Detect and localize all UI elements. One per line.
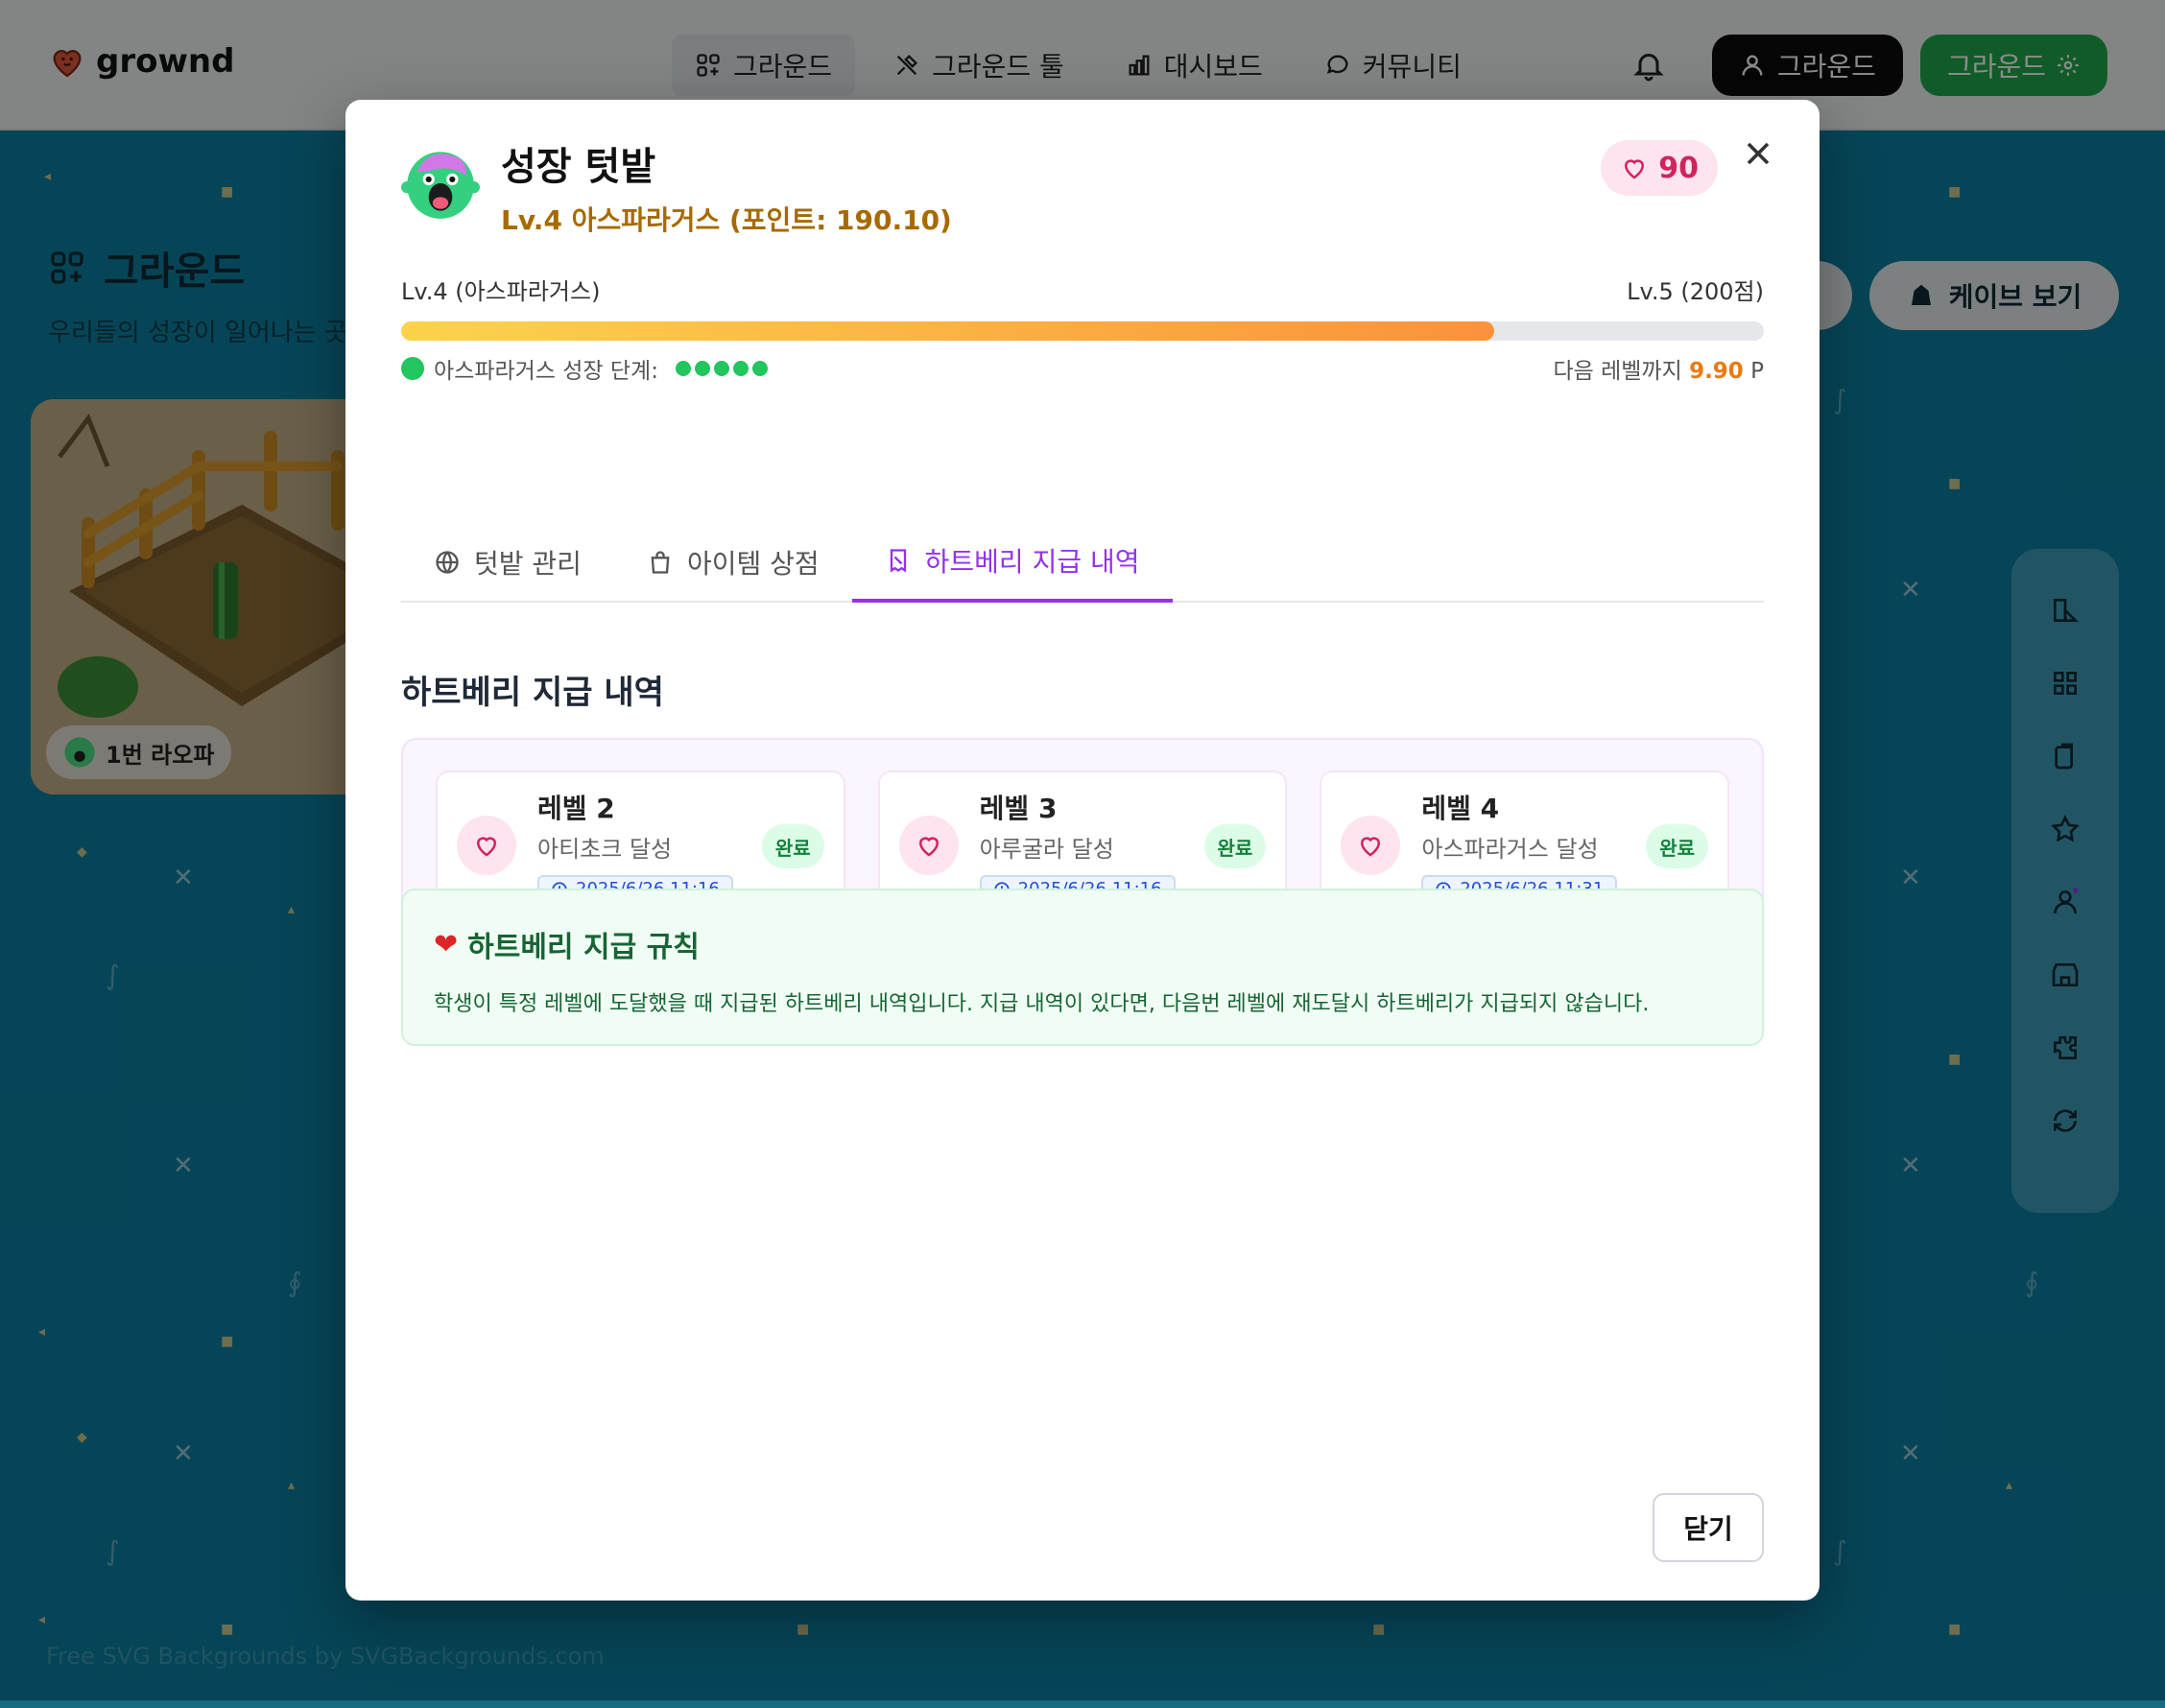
progress-fill bbox=[401, 321, 1494, 341]
heartberry-rule-box: ❤ 하트베리 지급 규칙 학생이 특정 레벨에 도달했을 때 지급된 하트베리 … bbox=[401, 889, 1764, 1046]
modal-tabs: 텃밭 관리 아이템 상점 하트베리 지급 내역 bbox=[401, 522, 1764, 603]
heart-icon bbox=[918, 837, 939, 857]
heart-icon bbox=[476, 837, 497, 857]
modal-title-block: 성장 텃밭 Lv.4 아스파라거스 (포인트: 190.10) bbox=[501, 144, 952, 238]
level-progress: Lv.4 (아스파라거스) Lv.5 (200점) 아스파라거스 성장 단계: … bbox=[401, 273, 1764, 385]
history-desc: 아티초크 달성 bbox=[537, 835, 673, 863]
progress-track bbox=[401, 321, 1764, 341]
history-desc: 아루굴라 달성 bbox=[979, 835, 1114, 863]
stage-dot bbox=[751, 361, 768, 376]
next-prefix: 다음 레벨까지 bbox=[1553, 359, 1682, 384]
history-info: 레벨 2 아티초크 달성 2025/6/26 11:16 bbox=[537, 788, 733, 904]
close-icon[interactable] bbox=[1739, 134, 1777, 173]
next-unit: P bbox=[1750, 359, 1764, 384]
next-value: 9.90 bbox=[1689, 359, 1744, 384]
progress-labels: Lv.4 (아스파라거스) Lv.5 (200점) bbox=[401, 273, 1764, 306]
stage-dots bbox=[675, 361, 768, 376]
rule-title-text: 하트베리 지급 규칙 bbox=[467, 931, 700, 964]
globe-icon bbox=[436, 551, 459, 574]
history-info: 레벨 3 아루굴라 달성 2025/6/26 11:16 bbox=[979, 788, 1176, 904]
shopping-bag-icon bbox=[651, 551, 670, 574]
section-title: 하트베리 지급 내역 bbox=[401, 674, 664, 712]
plant-avatar-icon bbox=[401, 152, 480, 219]
stage-label: 아스파라거스 성장 단계: bbox=[434, 359, 658, 384]
tab-item-shop[interactable]: 아이템 상점 bbox=[614, 522, 852, 603]
tab-label: 아이템 상점 bbox=[686, 548, 820, 580]
stage-dot bbox=[713, 361, 729, 376]
stage-status-dot bbox=[401, 357, 424, 380]
red-heart-icon: ❤ bbox=[434, 927, 459, 961]
current-level-label: Lv.4 (아스파라거스) bbox=[401, 278, 601, 305]
history-level: 레벨 4 bbox=[1421, 792, 1500, 824]
rule-title: ❤ 하트베리 지급 규칙 bbox=[434, 923, 1731, 965]
points-to-next: 다음 레벨까지 9.90 P bbox=[1553, 352, 1764, 385]
growth-stage: 아스파라거스 성장 단계: bbox=[401, 352, 768, 385]
next-level-label: Lv.5 (200점) bbox=[1627, 278, 1764, 305]
status-badge: 완료 bbox=[1203, 824, 1267, 868]
history-info: 레벨 4 아스파라거스 달성 2025/6/26 11:31 bbox=[1421, 788, 1618, 904]
history-heart-badge bbox=[898, 816, 959, 875]
tab-label: 텃밭 관리 bbox=[474, 548, 582, 580]
modal-subtitle: Lv.4 아스파라거스 (포인트: 190.10) bbox=[501, 204, 952, 236]
history-desc: 아스파라거스 달성 bbox=[1421, 835, 1599, 863]
close-button[interactable]: 닫기 bbox=[1653, 1493, 1764, 1562]
growth-garden-modal: 성장 텃밭 Lv.4 아스파라거스 (포인트: 190.10) 90 Lv.4 … bbox=[345, 100, 1820, 1601]
tab-heartberry-history[interactable]: 하트베리 지급 내역 bbox=[851, 522, 1173, 603]
history-heart-badge bbox=[1341, 816, 1401, 875]
modal-title: 성장 텃밭 bbox=[501, 145, 656, 189]
history-level: 레벨 2 bbox=[537, 792, 615, 824]
status-badge: 완료 bbox=[761, 824, 824, 868]
progress-footer: 아스파라거스 성장 단계: 다음 레벨까지 9.90 P bbox=[401, 352, 1764, 385]
tab-garden-manage[interactable]: 텃밭 관리 bbox=[401, 522, 614, 603]
status-badge: 완료 bbox=[1646, 824, 1709, 868]
heartberry-count: 90 bbox=[1658, 151, 1699, 185]
history-heart-badge bbox=[457, 816, 516, 875]
heart-icon bbox=[1361, 837, 1381, 857]
heartberry-count-badge: 90 bbox=[1601, 140, 1718, 196]
modal-header: 성장 텃밭 Lv.4 아스파라거스 (포인트: 190.10) bbox=[401, 144, 952, 238]
receipt-icon bbox=[890, 549, 906, 573]
heart-icon bbox=[1625, 159, 1645, 179]
stage-dot bbox=[675, 361, 691, 376]
stage-dot bbox=[732, 361, 749, 376]
history-level: 레벨 3 bbox=[979, 792, 1058, 824]
tab-label: 하트베리 지급 내역 bbox=[924, 546, 1140, 578]
stage-dot bbox=[694, 361, 710, 376]
rule-text: 학생이 특정 레벨에 도달했을 때 지급된 하트베리 내역입니다. 지급 내역이… bbox=[434, 992, 1650, 1016]
